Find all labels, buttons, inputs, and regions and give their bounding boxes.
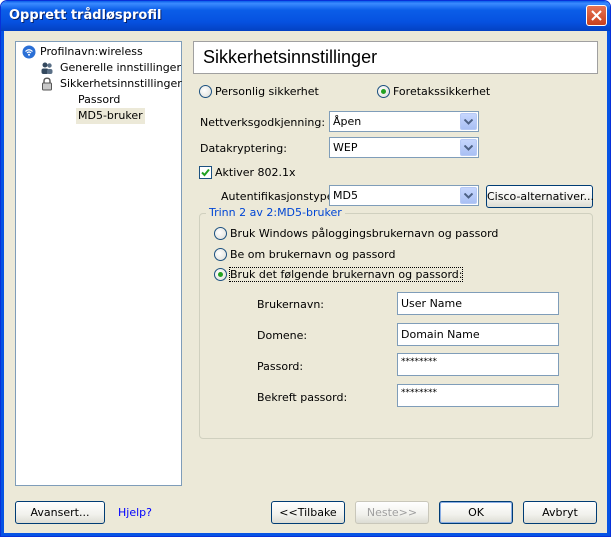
cisco-options-button[interactable]: Cisco-alternativer... bbox=[486, 185, 594, 208]
enterprise-security-radio[interactable] bbox=[377, 85, 390, 98]
chevron-down-icon bbox=[464, 119, 473, 125]
ok-button[interactable]: OK bbox=[439, 501, 513, 524]
data-encryption-value: WEP bbox=[333, 141, 358, 154]
domain-value: Domain Name bbox=[401, 328, 480, 341]
next-button[interactable]: Neste>> bbox=[355, 501, 429, 524]
enable-8021x-checkbox[interactable] bbox=[199, 166, 212, 179]
tree-root-label: Profilnavn:wireless bbox=[40, 45, 143, 58]
page-title: Sikkerhetsinnstillinger bbox=[203, 47, 378, 67]
window-frame-right bbox=[607, 31, 610, 536]
data-encryption-label: Datakryptering: bbox=[200, 142, 287, 155]
dropdown-button[interactable] bbox=[460, 139, 477, 156]
wireless-icon bbox=[22, 45, 36, 59]
personal-security-label[interactable]: Personlig sikkerhet bbox=[215, 85, 319, 98]
window-frame-bottom bbox=[1, 533, 610, 536]
back-button[interactable]: <<Tilbake bbox=[271, 501, 345, 524]
tree-item-label: Generelle innstillinger bbox=[60, 61, 181, 74]
chevron-down-icon bbox=[464, 193, 473, 199]
section-header: Sikkerhetsinnstillinger bbox=[193, 41, 598, 74]
help-link[interactable]: Hjelp? bbox=[118, 506, 152, 519]
cancel-button[interactable]: Avbryt bbox=[523, 501, 597, 524]
tree-item-label: Passord bbox=[78, 93, 121, 106]
lock-icon bbox=[42, 77, 52, 91]
confirm-password-value: ******** bbox=[401, 388, 437, 398]
username-value: User Name bbox=[401, 297, 463, 310]
profile-tree[interactable]: Profilnavn:wireless Generelle innstillin… bbox=[15, 41, 182, 486]
close-icon bbox=[591, 10, 602, 21]
dropdown-button[interactable] bbox=[460, 113, 477, 130]
radio-selected-dot bbox=[381, 89, 386, 94]
data-encryption-select[interactable]: WEP bbox=[329, 137, 479, 158]
dropdown-button[interactable] bbox=[460, 187, 477, 204]
username-label: Brukernavn: bbox=[257, 298, 325, 311]
window-title: Opprett trådløsprofil bbox=[9, 8, 162, 23]
use-windows-login-radio[interactable] bbox=[214, 227, 227, 240]
auth-type-select[interactable]: MD5 bbox=[329, 185, 479, 206]
tree-item-label: Sikkerhetsinnstillinger bbox=[60, 77, 182, 90]
use-following-credentials-label[interactable]: Bruk det følgende brukernavn og passord: bbox=[228, 267, 464, 282]
username-field[interactable]: User Name bbox=[397, 292, 559, 315]
use-following-credentials-radio[interactable] bbox=[214, 268, 227, 281]
advanced-button[interactable]: Avansert... bbox=[15, 501, 105, 524]
password-field[interactable]: ******** bbox=[397, 353, 559, 376]
network-auth-select[interactable]: Åpen bbox=[329, 111, 479, 132]
people-icon bbox=[41, 62, 53, 74]
domain-label: Domene: bbox=[257, 329, 308, 342]
auth-type-label: Autentifikasjonstype: bbox=[221, 190, 338, 203]
group-title: Trinn 2 av 2:MD5-bruker bbox=[206, 206, 345, 219]
prompt-credentials-radio[interactable] bbox=[214, 248, 227, 261]
password-label: Passord: bbox=[257, 360, 304, 373]
chevron-down-icon bbox=[464, 145, 473, 151]
dialog-window: Opprett trådløsprofil Profilnavn:wireles… bbox=[0, 0, 611, 537]
tree-item-label: MD5-bruker bbox=[76, 108, 145, 124]
radio-selected-dot bbox=[218, 272, 223, 277]
window-frame-left bbox=[1, 31, 4, 536]
domain-field[interactable]: Domain Name bbox=[397, 323, 559, 346]
confirm-password-field[interactable]: ******** bbox=[397, 384, 559, 407]
prompt-credentials-label[interactable]: Be om brukernavn og passord bbox=[230, 248, 395, 261]
confirm-password-label: Bekreft passord: bbox=[257, 391, 348, 404]
enable-8021x-label[interactable]: Aktiver 802.1x bbox=[215, 166, 296, 179]
network-auth-label: Nettverksgodkjenning: bbox=[200, 116, 326, 129]
password-value: ******** bbox=[401, 357, 437, 367]
network-auth-value: Åpen bbox=[333, 115, 362, 128]
personal-security-radio[interactable] bbox=[199, 85, 212, 98]
use-windows-login-label[interactable]: Bruk Windows påloggingsbrukernavn og pas… bbox=[230, 227, 498, 240]
title-bar[interactable]: Opprett trådløsprofil bbox=[1, 1, 610, 31]
checkmark-icon bbox=[201, 168, 210, 177]
close-button[interactable] bbox=[586, 5, 607, 26]
auth-type-value: MD5 bbox=[333, 189, 358, 202]
enterprise-security-label[interactable]: Foretakssikkerhet bbox=[393, 85, 490, 98]
